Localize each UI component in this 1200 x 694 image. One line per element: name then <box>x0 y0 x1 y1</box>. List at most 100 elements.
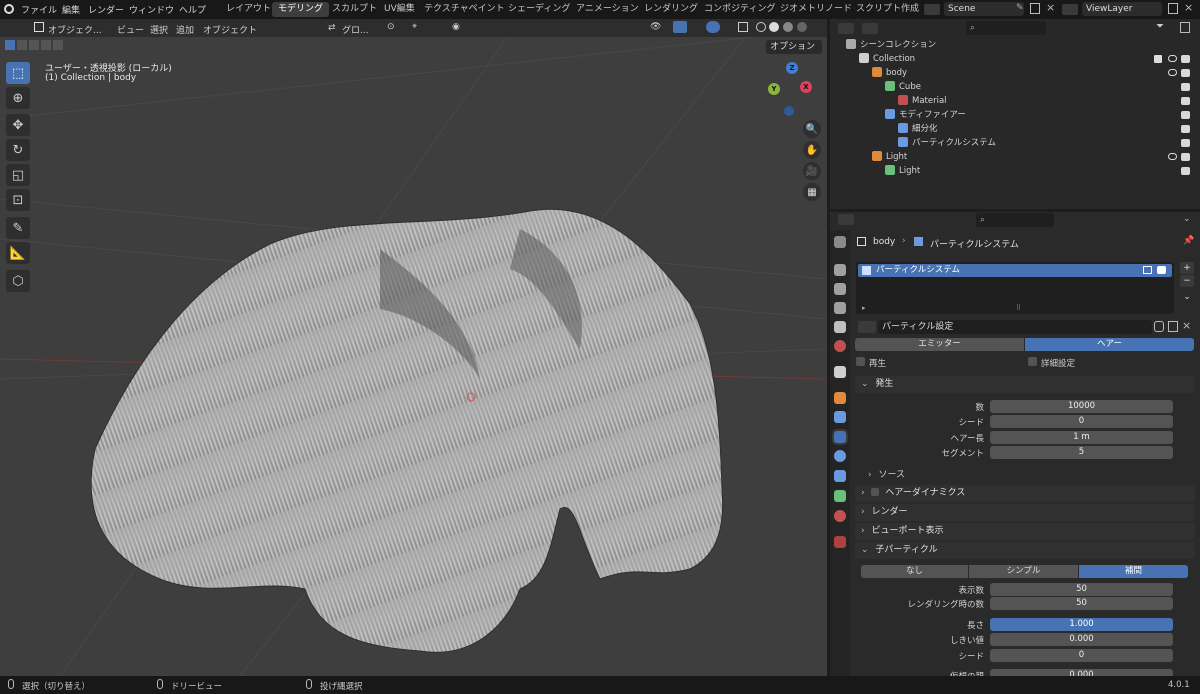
property-value-field[interactable]: 5 <box>990 446 1173 459</box>
expand-icon[interactable]: ⌄ <box>1183 214 1191 224</box>
tab-compositing[interactable]: コンポジティング <box>698 2 781 17</box>
list-menu-button[interactable]: ⌄ <box>1180 292 1194 304</box>
camera-render-icon[interactable] <box>1181 153 1190 161</box>
property-value-field[interactable]: 0.000 <box>990 633 1173 646</box>
properties-editor-icon[interactable] <box>838 214 854 225</box>
rotate-tool[interactable]: ↻ <box>6 139 30 161</box>
3d-viewport[interactable] <box>0 19 827 676</box>
scene-tab-icon[interactable] <box>834 321 846 333</box>
modifier-tab-icon[interactable] <box>834 411 846 423</box>
camera-render-icon[interactable] <box>1181 55 1190 63</box>
grid-view-icon[interactable]: ▦ <box>803 183 821 201</box>
camera-render-icon[interactable] <box>1181 111 1190 119</box>
view-layer-tab-icon[interactable] <box>834 302 846 314</box>
property-value-field[interactable]: 50 <box>990 597 1173 610</box>
pin-icon[interactable]: 📌 <box>1183 236 1194 246</box>
outliner-item[interactable]: Material <box>898 94 947 108</box>
physics-tab-icon[interactable] <box>834 450 846 462</box>
outliner-search-input[interactable]: ⌕ <box>966 21 1046 35</box>
children-interpolated-tab[interactable]: 補間 <box>1079 565 1188 578</box>
type-hair-tab[interactable]: ヘアー <box>1025 338 1194 351</box>
measure-tool[interactable]: 📐 <box>6 242 30 264</box>
copy-scene-icon[interactable] <box>1030 3 1040 14</box>
filter-icon[interactable]: ⏷ <box>1156 21 1164 32</box>
annotate-tool[interactable]: ✎ <box>6 217 30 239</box>
panel-source-header[interactable]: › ソース <box>868 468 1188 482</box>
camera-icon[interactable]: 🎥 <box>803 162 821 180</box>
material-tab-icon[interactable] <box>834 510 846 522</box>
gizmo-y-axis[interactable]: Y <box>768 83 780 95</box>
collection-tab-icon[interactable] <box>834 366 846 378</box>
tab-layout[interactable]: レイアウト <box>220 2 277 17</box>
particle-settings-icon[interactable] <box>858 321 876 333</box>
hair-dynamics-checkbox[interactable] <box>871 488 880 496</box>
add-particle-system-button[interactable]: + <box>1180 262 1194 274</box>
duplicate-settings-icon[interactable] <box>1168 321 1178 332</box>
select-new-icon[interactable] <box>5 40 15 50</box>
options-dropdown[interactable]: オプション <box>766 40 822 54</box>
new-collection-icon[interactable] <box>1180 22 1190 33</box>
panel-hair-dynamics-header[interactable]: › ヘアーダイナミクス <box>855 485 1195 502</box>
panel-render-header[interactable]: › レンダー <box>855 504 1195 521</box>
data-tab-icon[interactable] <box>834 490 846 502</box>
menu-edit[interactable]: 編集 <box>62 3 80 16</box>
texture-tab-icon[interactable] <box>834 536 846 548</box>
snap-icon[interactable]: ⌖ <box>412 22 417 32</box>
eye-icon[interactable] <box>1168 55 1177 62</box>
select-intersect-icon[interactable] <box>53 40 63 50</box>
camera-render-icon[interactable] <box>1181 167 1190 175</box>
select-subtract-icon[interactable] <box>29 40 39 50</box>
properties-search-input[interactable]: ⌕ <box>976 213 1054 227</box>
shading-wireframe-icon[interactable] <box>756 22 766 32</box>
type-emitter-tab[interactable]: エミッター <box>855 338 1024 351</box>
pin-icon[interactable]: ✎ <box>1016 3 1024 13</box>
property-value-field[interactable]: 50 <box>990 583 1173 596</box>
viewport-menu-select[interactable]: 選択 <box>150 23 168 36</box>
outliner-display-icon[interactable] <box>862 23 878 34</box>
select-extend-icon[interactable] <box>17 40 27 50</box>
world-tab-icon[interactable] <box>834 340 846 352</box>
camera-render-icon[interactable] <box>1181 69 1190 77</box>
eye-icon[interactable] <box>1168 69 1177 76</box>
constraints-tab-icon[interactable] <box>834 470 846 482</box>
tool-tab-icon[interactable] <box>834 236 846 248</box>
outliner-item[interactable]: シーンコレクション <box>846 38 936 52</box>
tab-sculpt[interactable]: スカルプト <box>326 2 383 17</box>
transform-orientation[interactable]: グロ... <box>342 23 369 36</box>
tab-geometry-nodes[interactable]: ジオメトリノード <box>774 2 858 17</box>
tab-texture-paint[interactable]: テクスチャペイント <box>418 2 511 17</box>
gizmo-neg-y-axis[interactable] <box>784 106 794 116</box>
gizmo-x-axis[interactable]: X <box>800 81 812 93</box>
outliner-item[interactable]: モディファイアー <box>885 108 966 122</box>
children-none-tab[interactable]: なし <box>861 565 968 578</box>
tab-modeling[interactable]: モデリング <box>272 2 330 17</box>
tab-rendering[interactable]: レンダリング <box>638 2 704 17</box>
cursor-tool[interactable]: ⊕ <box>6 87 30 109</box>
particle-system-item[interactable]: パーティクルシステム <box>858 264 1172 277</box>
output-tab-icon[interactable] <box>834 283 846 295</box>
shading-rendered-icon[interactable] <box>797 22 807 32</box>
property-value-field[interactable]: 1.000 <box>990 618 1173 631</box>
collection-exclude-checkbox[interactable] <box>1154 55 1162 63</box>
panel-children-header[interactable]: ⌄ 子パーティクル <box>855 542 1195 559</box>
outliner-item[interactable]: Collection <box>859 52 915 66</box>
viewport-visibility-icon[interactable] <box>1143 266 1152 274</box>
overlay-toggle-icon[interactable] <box>706 21 720 33</box>
select-invert-icon[interactable] <box>41 40 51 50</box>
scene-icon[interactable] <box>924 4 940 15</box>
gizmo-toggle-icon[interactable] <box>673 21 687 33</box>
transform-tool[interactable]: ⊡ <box>6 189 30 211</box>
property-value-field[interactable]: 1 m <box>990 431 1173 444</box>
viewport-menu-object[interactable]: オブジェクト <box>203 23 257 36</box>
shading-solid-icon[interactable] <box>769 22 779 32</box>
menu-render[interactable]: レンダー <box>88 3 124 16</box>
scene-selector[interactable]: Scene <box>944 2 1024 16</box>
delete-layer-icon[interactable]: × <box>1184 1 1193 14</box>
add-cube-tool[interactable]: ⬡ <box>6 270 30 292</box>
regrow-checkbox[interactable] <box>856 357 865 366</box>
panel-emission-header[interactable]: ⌄ 発生 <box>855 376 1195 393</box>
outliner-item[interactable]: Cube <box>885 80 921 94</box>
fake-user-icon[interactable] <box>1154 321 1164 332</box>
xray-icon[interactable] <box>738 22 748 32</box>
menu-window[interactable]: ウィンドウ <box>129 3 174 16</box>
